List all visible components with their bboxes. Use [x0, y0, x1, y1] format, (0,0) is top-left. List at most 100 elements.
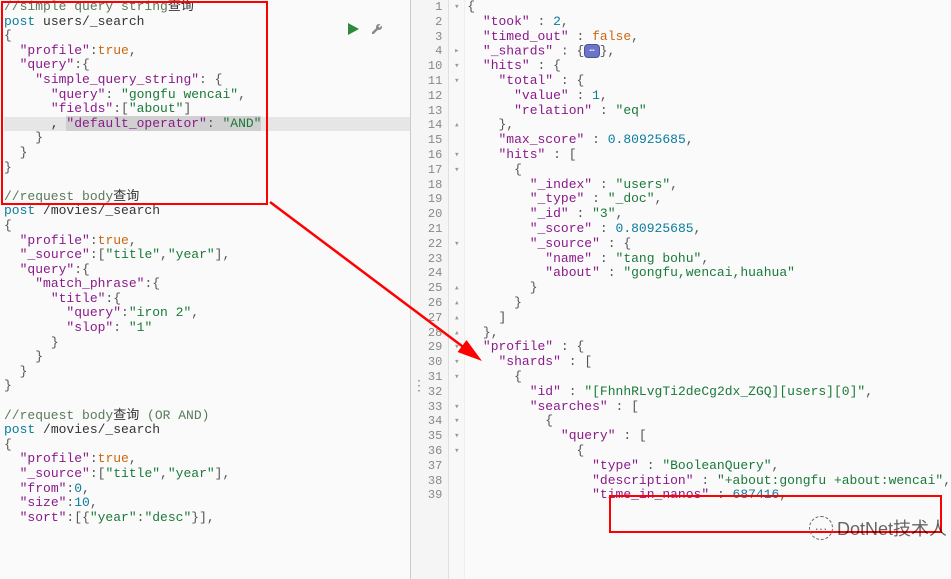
wrench-icon[interactable]: [370, 22, 384, 40]
fold-toggle[interactable]: ▴: [449, 296, 464, 311]
code-line[interactable]: "type" : "BooleanQuery",: [467, 459, 951, 474]
code-line[interactable]: "shards" : [: [467, 355, 951, 370]
code-line[interactable]: "profile" : {: [467, 340, 951, 355]
fold-toggle: [449, 15, 464, 30]
fold-toggle: [449, 474, 464, 489]
code-line[interactable]: //simple query string查询: [4, 0, 410, 15]
line-number: 30: [411, 355, 442, 370]
code-line[interactable]: {: [467, 0, 951, 15]
code-line[interactable]: "_shards" : {⋯},: [467, 44, 951, 59]
code-line[interactable]: "description" : "+about:gongfu +about:we…: [467, 474, 951, 489]
code-line[interactable]: "relation" : "eq": [467, 104, 951, 119]
fold-toggle[interactable]: ▴: [449, 281, 464, 296]
fold-toggle: [449, 252, 464, 267]
code-line[interactable]: ]: [467, 311, 951, 326]
code-line[interactable]: "value" : 1,: [467, 89, 951, 104]
code-line[interactable]: "_source":["title","year"],: [4, 467, 410, 482]
code-line[interactable]: //request body查询 (OR AND): [4, 409, 410, 424]
fold-toggle[interactable]: ▾: [449, 163, 464, 178]
code-line[interactable]: }: [4, 131, 410, 146]
code-line[interactable]: {: [4, 219, 410, 234]
code-line[interactable]: "query": "gongfu wencai",: [4, 88, 410, 103]
code-line[interactable]: }: [4, 350, 410, 365]
code-line[interactable]: {: [467, 444, 951, 459]
code-line[interactable]: "_score" : 0.80925685,: [467, 222, 951, 237]
code-line[interactable]: }: [467, 296, 951, 311]
fold-toggle[interactable]: ▴: [449, 326, 464, 341]
fold-toggle[interactable]: ▾: [449, 148, 464, 163]
fold-toggle[interactable]: ▾: [449, 74, 464, 89]
code-line[interactable]: "_source":["title","year"],: [4, 248, 410, 263]
code-line[interactable]: }: [467, 281, 951, 296]
code-line[interactable]: "query":{: [4, 58, 410, 73]
fold-toggle[interactable]: ▸: [449, 44, 464, 59]
code-line[interactable]: "_index" : "users",: [467, 178, 951, 193]
response-viewer[interactable]: 1234101112131415161718192021222324252627…: [411, 0, 951, 579]
code-line[interactable]: "hits" : {: [467, 59, 951, 74]
fold-toggle[interactable]: ▾: [449, 59, 464, 74]
code-line[interactable]: "hits" : [: [467, 148, 951, 163]
code-line[interactable]: [4, 394, 410, 409]
code-line[interactable]: "searches" : [: [467, 400, 951, 415]
code-line[interactable]: "title":{: [4, 292, 410, 307]
fold-toggle[interactable]: ▾: [449, 414, 464, 429]
play-icon[interactable]: [346, 22, 360, 40]
fold-toggle[interactable]: ▾: [449, 370, 464, 385]
code-line[interactable]: }: [4, 146, 410, 161]
code-line[interactable]: post /movies/_search: [4, 423, 410, 438]
code-line[interactable]: "name" : "tang bohu",: [467, 252, 951, 267]
fold-toggle[interactable]: ▾: [449, 400, 464, 415]
code-line[interactable]: "match_phrase":{: [4, 277, 410, 292]
code-line[interactable]: {: [467, 414, 951, 429]
code-line[interactable]: "time_in_nanos" : 687416,: [467, 488, 951, 503]
code-line[interactable]: , "default_operator": "AND": [4, 117, 410, 132]
fold-toggle[interactable]: ▾: [449, 340, 464, 355]
code-line[interactable]: "slop": "1": [4, 321, 410, 336]
code-line[interactable]: "profile":true,: [4, 44, 410, 59]
code-line[interactable]: "total" : {: [467, 74, 951, 89]
fold-toggle[interactable]: ▾: [449, 0, 464, 15]
code-line[interactable]: "id" : "[FhnhRLvgTi2deCg2dx_ZGQ][users][…: [467, 385, 951, 400]
code-line[interactable]: "query":{: [4, 263, 410, 278]
code-line[interactable]: "simple_query_string": {: [4, 73, 410, 88]
code-line[interactable]: "query":"iron 2",: [4, 306, 410, 321]
code-line[interactable]: post /movies/_search: [4, 204, 410, 219]
code-line[interactable]: "profile":true,: [4, 452, 410, 467]
code-line[interactable]: "_type" : "_doc",: [467, 192, 951, 207]
panel-resize-handle[interactable]: ⋮: [412, 378, 426, 395]
code-line[interactable]: "took" : 2,: [467, 15, 951, 30]
request-editor[interactable]: //simple query string查询post users/_searc…: [0, 0, 411, 579]
code-line[interactable]: {: [467, 163, 951, 178]
fold-toggle: [449, 488, 464, 503]
code-line[interactable]: "timed_out" : false,: [467, 30, 951, 45]
line-number: 16: [411, 148, 442, 163]
fold-column[interactable]: ▾▸▾▾▴▾▾▾▴▴▴▴▾▾▾▾▾▾▾: [449, 0, 465, 579]
code-line[interactable]: "max_score" : 0.80925685,: [467, 133, 951, 148]
line-number: 25: [411, 281, 442, 296]
code-line[interactable]: }: [4, 161, 410, 176]
fold-toggle[interactable]: ▾: [449, 355, 464, 370]
fold-toggle[interactable]: ▾: [449, 429, 464, 444]
fold-toggle[interactable]: ▾: [449, 237, 464, 252]
code-line[interactable]: },: [467, 326, 951, 341]
code-line[interactable]: },: [467, 118, 951, 133]
code-line[interactable]: {: [467, 370, 951, 385]
code-line[interactable]: "_id" : "3",: [467, 207, 951, 222]
code-line[interactable]: "size":10,: [4, 496, 410, 511]
code-line[interactable]: "about" : "gongfu,wencai,huahua": [467, 266, 951, 281]
code-line[interactable]: }: [4, 365, 410, 380]
fold-toggle[interactable]: ▾: [449, 444, 464, 459]
code-line[interactable]: }: [4, 379, 410, 394]
code-line[interactable]: "fields":["about"]: [4, 102, 410, 117]
code-line[interactable]: {: [4, 438, 410, 453]
code-line[interactable]: }: [4, 336, 410, 351]
fold-toggle[interactable]: ▴: [449, 118, 464, 133]
code-line[interactable]: "query" : [: [467, 429, 951, 444]
code-line[interactable]: [4, 175, 410, 190]
code-line[interactable]: "_source" : {: [467, 237, 951, 252]
code-line[interactable]: "from":0,: [4, 482, 410, 497]
code-line[interactable]: //request body查询: [4, 190, 410, 205]
code-line[interactable]: "profile":true,: [4, 234, 410, 249]
fold-toggle[interactable]: ▴: [449, 311, 464, 326]
code-line[interactable]: "sort":[{"year":"desc"}],: [4, 511, 410, 526]
